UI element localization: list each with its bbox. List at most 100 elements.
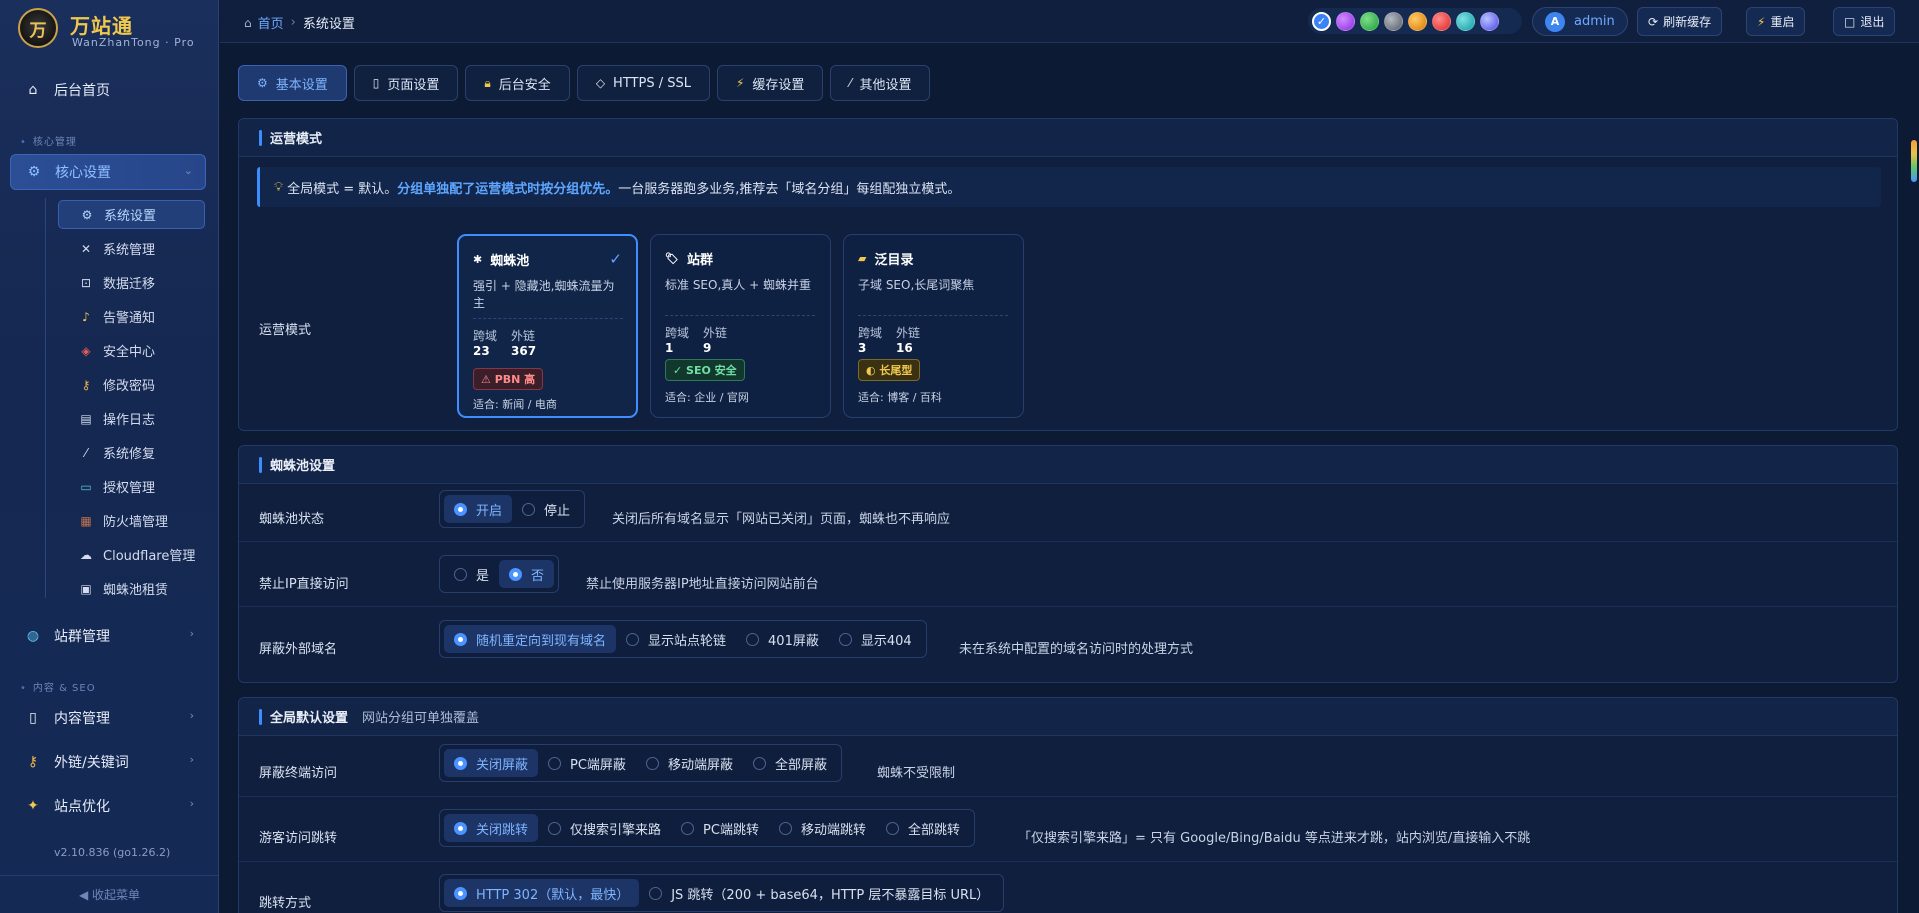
theme-swatch-orange[interactable] (1408, 11, 1427, 31)
jump-http302-radio[interactable]: HTTP 302（默认，最快） (444, 879, 640, 907)
sidebar-sub-change-password[interactable]: ⚷ 修改密码 (58, 370, 205, 399)
page-scrollbar[interactable] (1909, 44, 1919, 913)
theme-swatch-red[interactable] (1432, 11, 1451, 31)
block-terminal-hint: 蜘蛛不受限制 (877, 766, 956, 781)
chevron-right-icon: › (189, 627, 194, 640)
jump-off-radio[interactable]: 关闭跳转 (444, 814, 539, 842)
ext-404-radio[interactable]: 显示404 (829, 625, 922, 653)
gear-icon: ⚙ (81, 207, 93, 222)
sidebar-sub-system-repair[interactable]: ⁄ 系统修复 (58, 438, 205, 467)
breadcrumb-separator: › (290, 15, 296, 30)
ops-tip: 💡︎ 全局模式 = 默认。 分组单独配了运营模式时按分组优先。 一台服务器跑多业… (257, 167, 1881, 207)
sidebar-sub-spider-rental[interactable]: ▣ 蜘蛛池租赁 (58, 574, 205, 603)
mode-option-site-cluster[interactable]: 🏷︎ 站群 标准 SEO,真人 + 蜘蛛并重 跨域 1 外链 9 ✓ SEO 安全 适… (650, 234, 831, 418)
theme-swatch-indigo[interactable] (1480, 11, 1499, 31)
block-ip-yes-radio[interactable]: 是 (444, 560, 499, 588)
sidebar-group-site-optimize[interactable]: ✦ 站点优化 › (10, 788, 206, 824)
sidebar-sub-security-center[interactable]: ◈ 安全中心 (58, 336, 205, 365)
restart-button[interactable]: ⚡ 重启 (1746, 7, 1806, 36)
sidebar-group-links-keywords[interactable]: ⚷ 外链/关键词 › (10, 744, 206, 780)
sidebar-sub-system-settings[interactable]: ⚙ 系统设置 (58, 200, 205, 229)
sidebar-sub-system-manage[interactable]: ✕ 系统管理 (58, 234, 205, 263)
visitor-jump-hint: 「仅搜索引擎来路」= 只有 Google/Bing/Baidu 等点进来才跳，站… (1018, 831, 1531, 846)
folder-icon: ▰ (858, 252, 867, 265)
jump-all-radio[interactable]: 全部跳转 (876, 814, 970, 842)
option-label: 显示404 (860, 633, 912, 649)
breadcrumb: ⌂ 首页 › 系统设置 (244, 13, 355, 32)
radio-dot (885, 821, 899, 835)
tab-https[interactable]: ◇ HTTPS / SSL (576, 65, 710, 101)
mode-desc: 标准 SEO,真人 + 蜘蛛并重 (665, 278, 811, 292)
section-label-core: 核心管理 (20, 133, 77, 148)
sidebar-sub-operation-log[interactable]: ▤ 操作日志 (58, 404, 205, 433)
ext-401-radio[interactable]: 401屏蔽 (736, 625, 829, 653)
theme-swatch-blue[interactable]: ✓ (1312, 11, 1331, 31)
tip-highlight: 分组单独配了运营模式时按分组优先。 (397, 181, 619, 197)
jump-search-only-radio[interactable]: 仅搜索引擎来路 (538, 814, 671, 842)
sidebar-group-site-cluster[interactable]: ◍ 站群管理 › (10, 618, 206, 654)
mode-fit: 适合: 企业 / 官网 (665, 391, 749, 404)
tab-page[interactable]: ▯ 页面设置 (353, 65, 459, 101)
username: admin (1574, 14, 1615, 29)
tab-basic[interactable]: ⚙ 基本设置 (238, 65, 347, 101)
sidebar-group-core-settings[interactable]: ⚙ 核心设置 ⌄ (10, 154, 206, 190)
breadcrumb-home-link[interactable]: 首页 (258, 13, 284, 32)
spider-status-off-radio[interactable]: 停止 (512, 495, 580, 523)
term-pc-radio[interactable]: PC端屏蔽 (538, 749, 636, 777)
tip-prefix: 全局模式 = 默认。 (287, 181, 398, 197)
radio-dot (645, 756, 659, 770)
ext-redirect-radio[interactable]: 随机重定向到现有域名 (444, 625, 617, 653)
topbar: ⌂ 首页 › 系统设置 ✓ A admin ⟳ 刷新缓存 ⚡ 重启 □ 退出 (220, 0, 1919, 43)
stat-key: 外链 (511, 329, 536, 343)
spider-icon: ✱ (473, 253, 483, 266)
tab-security[interactable]: 🔒︎ 后台安全 (465, 65, 570, 101)
main-content: ⚙ 基本设置 ▯ 页面设置 🔒︎ 后台安全 ◇ HTTPS / SSL ⚡ 缓存设置 ⁄ 其… (220, 44, 1919, 913)
jump-pc-radio[interactable]: PC端跳转 (671, 814, 769, 842)
jump-method-group: HTTP 302（默认，最快） JS 跳转（200 + base64，HTTP … (439, 874, 1005, 912)
ext-show-links-radio[interactable]: 显示站点轮链 (616, 625, 736, 653)
option-label: PC端跳转 (703, 822, 759, 838)
stat-key: 外链 (703, 326, 728, 340)
refresh-cache-button[interactable]: ⟳ 刷新缓存 (1637, 7, 1723, 36)
theme-swatch-green[interactable] (1360, 11, 1379, 31)
spider-status-on-radio[interactable]: 开启 (444, 495, 513, 523)
collapse-menu-button[interactable]: ◀ 收起菜单 (0, 875, 218, 913)
option-label: PC端屏蔽 (570, 757, 626, 773)
term-all-radio[interactable]: 全部屏蔽 (743, 749, 837, 777)
mode-option-pan-directory[interactable]: ▰ 泛目录 子域 SEO,长尾词聚焦 跨域 3 外链 16 ◐ 长尾型 适合: 博客 … (843, 234, 1024, 418)
sidebar-sub-cloudflare[interactable]: ☁ Cloudflare管理 (58, 540, 205, 569)
brand-logo[interactable]: 万 万站通 WanZhanTong · Pro (18, 6, 218, 50)
jump-mobile-radio[interactable]: 移动端跳转 (769, 814, 876, 842)
card-title: 蜘蛛池设置 (270, 459, 336, 474)
theme-swatch-teal[interactable] (1456, 11, 1475, 31)
mode-option-spider-pool[interactable]: ✱ 蜘蛛池 ✓ 强引 + 隐藏池,蜘蛛流量为主 跨域 23 外链 367 ⚠ PBN … (457, 234, 638, 418)
logout-label: 退出 (1860, 15, 1885, 29)
option-label: 全部跳转 (907, 822, 960, 838)
term-off-radio[interactable]: 关闭屏蔽 (444, 749, 539, 777)
option-label: 否 (531, 568, 545, 584)
user-menu[interactable]: A admin (1532, 7, 1628, 36)
sub-item-label: 系统管理 (103, 243, 156, 258)
sidebar-sub-data-migration[interactable]: ⊡ 数据迁移 (58, 268, 205, 297)
sub-item-label: 修改密码 (103, 379, 156, 394)
shield-icon: ◇ (595, 76, 606, 90)
radio-dot (454, 886, 467, 900)
tab-other[interactable]: ⁄ 其他设置 (830, 65, 931, 101)
tab-cache[interactable]: ⚡ 缓存设置 (716, 65, 824, 101)
block-ip-no-radio[interactable]: 否 (499, 560, 555, 588)
row-divider (239, 606, 1897, 607)
scrollbar-thumb[interactable] (1911, 140, 1917, 182)
sidebar-sub-alerts[interactable]: ♪ 告警通知 (58, 302, 205, 331)
card-header: 蜘蛛池设置 (239, 446, 1897, 484)
sidebar-group-content[interactable]: ▯ 内容管理 › (10, 700, 206, 736)
jump-js-radio[interactable]: JS 跳转（200 + base64，HTTP 层不暴露目标 URL） (639, 879, 999, 907)
sidebar-item-home[interactable]: ⌂ 后台首页 (10, 72, 206, 108)
tab-label: 基本设置 (275, 77, 328, 93)
theme-swatch-gray[interactable] (1384, 11, 1403, 31)
theme-swatch-purple[interactable] (1336, 11, 1355, 31)
sub-item-label: 安全中心 (103, 345, 156, 360)
sidebar-sub-license[interactable]: ▭ 授权管理 (58, 472, 205, 501)
term-mobile-radio[interactable]: 移动端屏蔽 (636, 749, 743, 777)
logout-button[interactable]: □ 退出 (1833, 7, 1896, 36)
sidebar-sub-firewall[interactable]: ▦ 防火墙管理 (58, 506, 205, 535)
